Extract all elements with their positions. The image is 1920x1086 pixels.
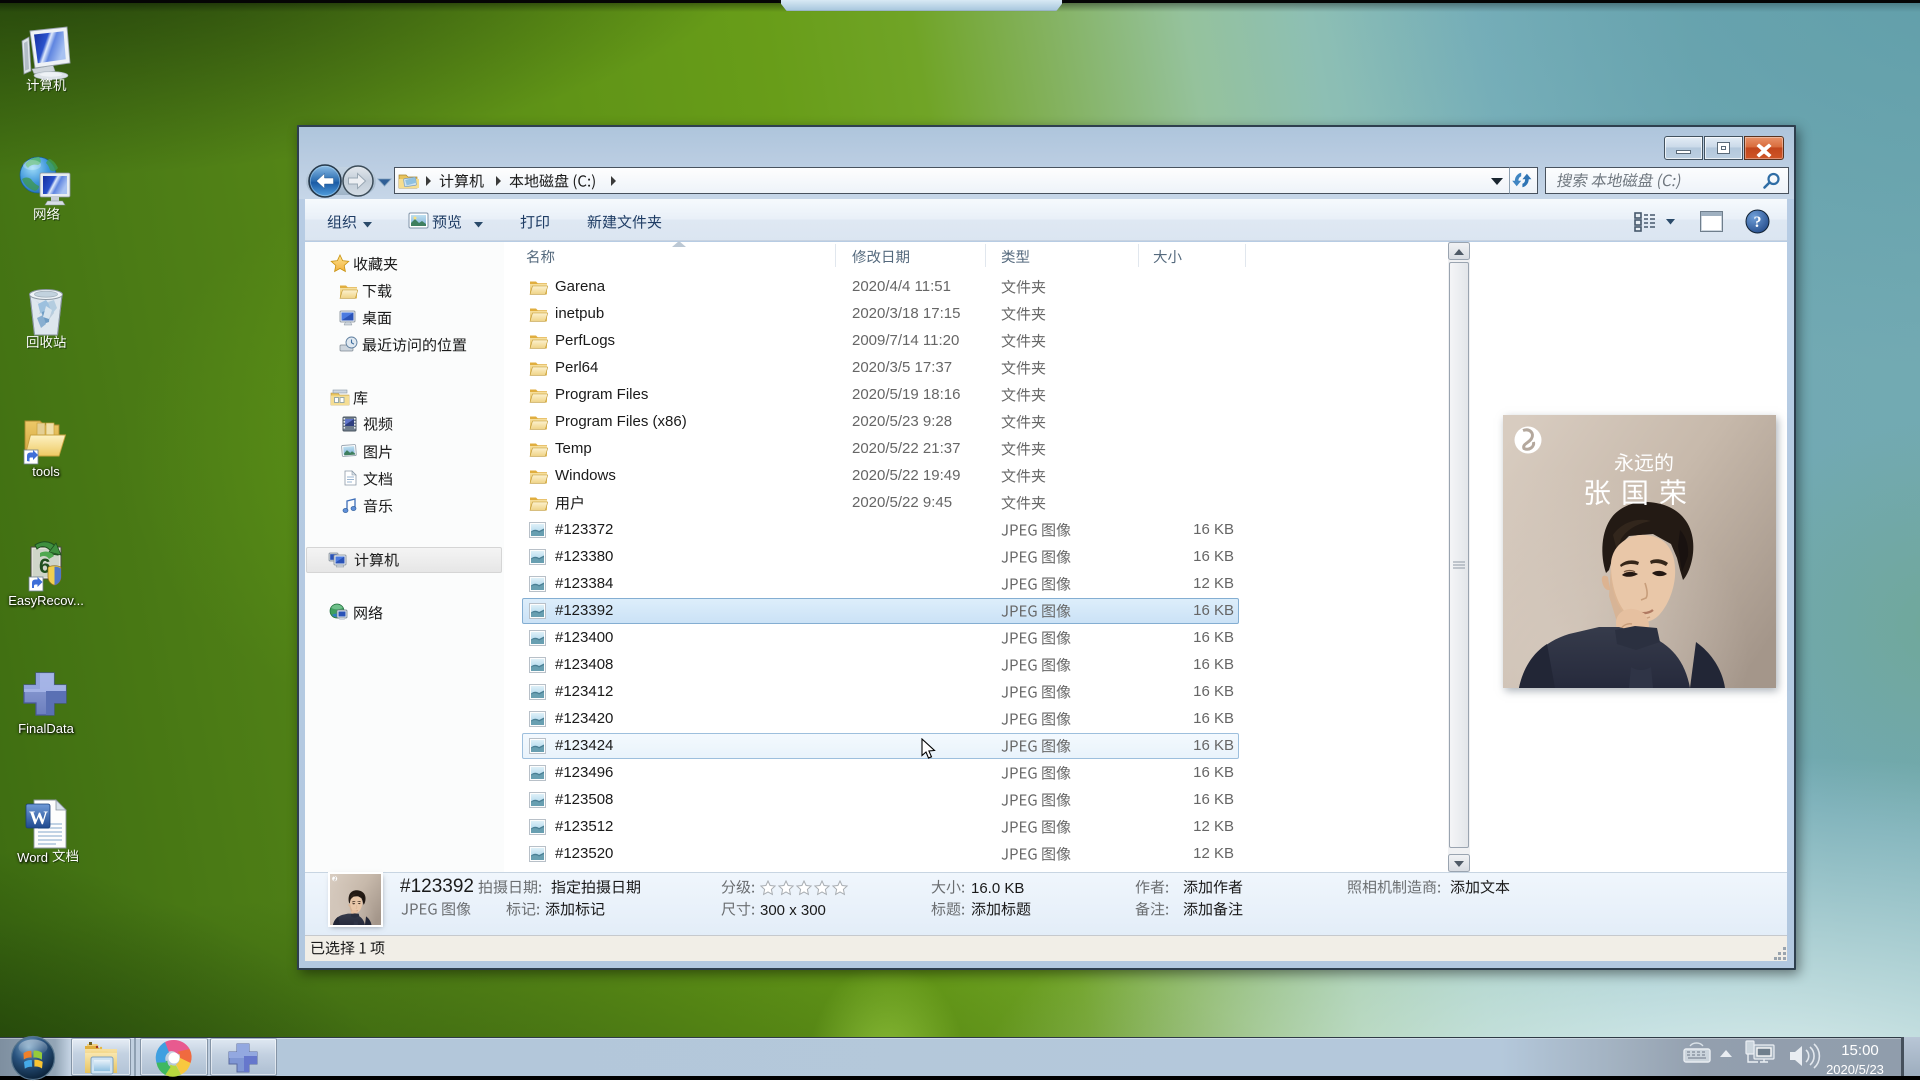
svg-text:?: ? [1754,214,1762,231]
svg-text:W: W [29,808,48,829]
